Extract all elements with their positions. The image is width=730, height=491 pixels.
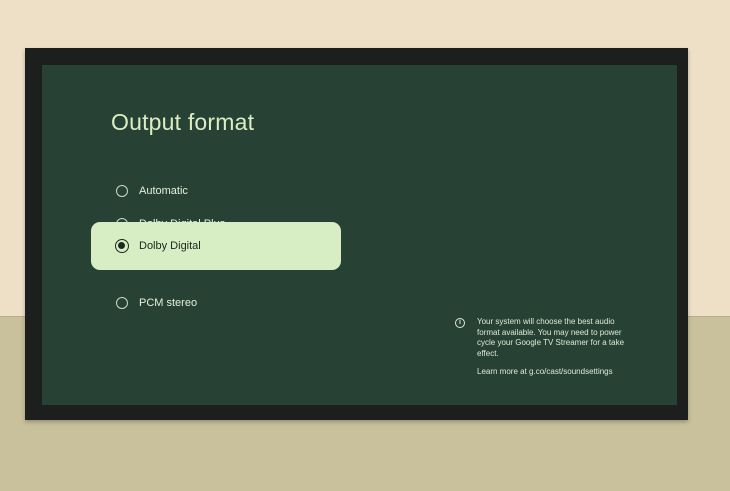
info-icon: i: [455, 318, 465, 328]
tv-screen: Output format Automatic Dolby Digital Pl…: [42, 65, 677, 405]
tv-frame: Output format Automatic Dolby Digital Pl…: [25, 48, 688, 420]
info-panel: i Your system will choose the best audio…: [455, 317, 635, 378]
info-text: Your system will choose the best audio f…: [477, 317, 625, 358]
option-pcm-stereo[interactable]: PCM stereo: [91, 279, 341, 327]
radio-button-icon[interactable]: [116, 185, 128, 197]
radio-selected-icon[interactable]: [115, 239, 129, 253]
radio-button-icon[interactable]: [116, 297, 128, 309]
option-label: Dolby Digital: [139, 240, 201, 252]
page-title: Output format: [111, 109, 255, 135]
option-label: Automatic: [139, 185, 188, 197]
option-label: PCM stereo: [139, 297, 198, 309]
option-dolby-digital[interactable]: Dolby Digital: [91, 222, 341, 270]
learn-more-link[interactable]: Learn more at g.co/cast/soundsettings: [477, 367, 635, 378]
